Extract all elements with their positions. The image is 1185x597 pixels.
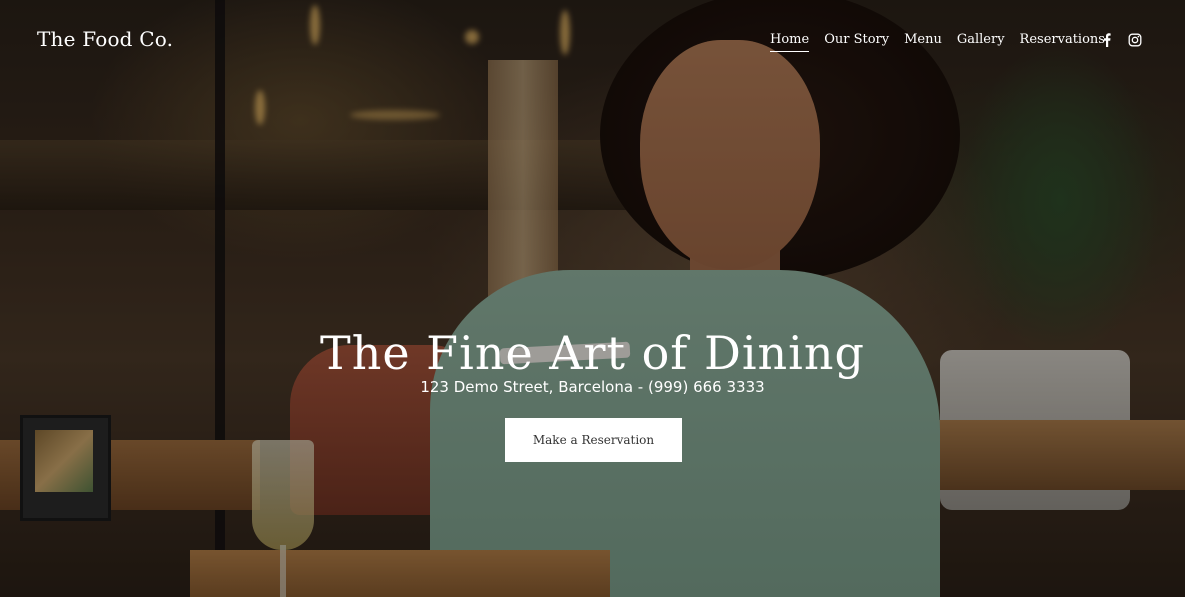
nav-gallery[interactable]: Gallery: [957, 32, 1005, 52]
hero-address: 123 Demo Street, Barcelona - (999) 666 3…: [420, 378, 765, 396]
nav-menu[interactable]: Menu: [904, 32, 942, 52]
nav-reservations[interactable]: Reservations: [1020, 32, 1105, 52]
nav-home[interactable]: Home: [770, 32, 810, 52]
facebook-icon[interactable]: [1100, 33, 1114, 47]
hero-title: The Fine Art of Dining: [320, 325, 865, 380]
main-nav: Home Our Story Menu Gallery Reservations: [770, 32, 1120, 52]
social-links: [1100, 33, 1142, 47]
instagram-icon[interactable]: [1128, 33, 1142, 47]
hero-overlay: [0, 0, 1185, 597]
nav-our-story[interactable]: Our Story: [824, 32, 889, 52]
site-logo[interactable]: The Food Co.: [37, 27, 173, 51]
make-reservation-button[interactable]: Make a Reservation: [505, 418, 682, 462]
hero-section: The Food Co. Home Our Story Menu Gallery…: [0, 0, 1185, 597]
site-header: The Food Co. Home Our Story Menu Gallery…: [0, 0, 1185, 80]
